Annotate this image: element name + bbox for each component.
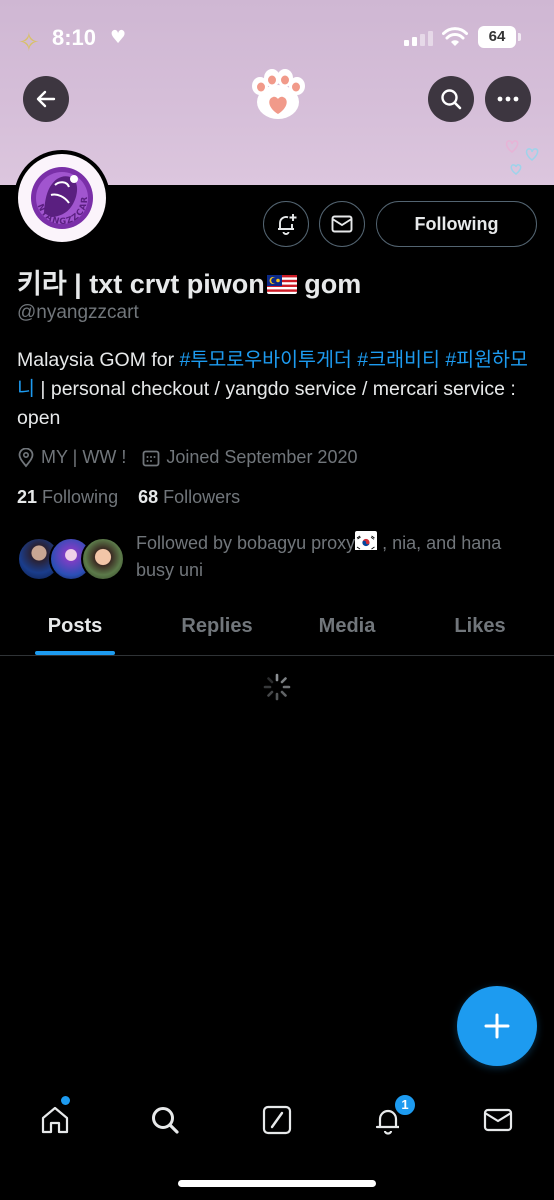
plus-icon <box>484 1013 510 1039</box>
followers-link[interactable]: 68 Followers <box>138 487 240 507</box>
following-count: 21 <box>17 487 38 507</box>
arrow-left-icon <box>36 90 56 108</box>
avatar-logo: NYANGZZCART <box>19 155 93 229</box>
followers-label: Followers <box>163 487 241 507</box>
paw-icon <box>252 69 305 119</box>
search-icon <box>152 1107 179 1134</box>
followed-by-prefix: Followed by bobagyu proxy <box>136 533 356 553</box>
sparkles-icon: ✧ <box>18 28 40 58</box>
avatar <box>81 537 125 581</box>
home-notification-dot <box>61 1096 70 1105</box>
join-date: Joined September 2020 <box>142 447 357 468</box>
profile-avatar[interactable]: NYANGZZCART <box>14 150 110 246</box>
profile-bio: Malaysia GOM for #투모로우바이투게더 #크래비티 #피원하모니… <box>17 346 537 433</box>
followed-by-text[interactable]: Followed by bobagyu proxy , nia, and han… <box>136 530 536 584</box>
profile-tabs: Posts Replies Media Likes <box>0 596 554 656</box>
nav-grok[interactable] <box>247 1100 307 1140</box>
mutual-followers-avatars[interactable] <box>17 534 127 584</box>
loading-spinner-icon <box>263 673 291 701</box>
following-link[interactable]: 21 Following <box>17 487 118 507</box>
malaysia-flag-icon <box>266 275 297 294</box>
search-icon <box>441 89 462 110</box>
following-button[interactable]: Following <box>376 201 537 247</box>
compose-post-button[interactable] <box>457 986 537 1066</box>
nav-search[interactable] <box>135 1100 195 1140</box>
nav-home[interactable] <box>25 1100 85 1140</box>
nav-messages[interactable] <box>468 1100 528 1140</box>
display-name-suffix: gom <box>304 269 362 299</box>
tab-likes[interactable]: Likes <box>405 596 554 656</box>
more-options-button[interactable] <box>485 76 531 122</box>
notifications-badge: 1 <box>394 1094 416 1116</box>
home-icon <box>41 1106 69 1134</box>
calendar-icon <box>142 450 160 466</box>
hashtag-link[interactable]: #투모로우바이투게더 <box>180 349 352 371</box>
join-date-text: Joined September 2020 <box>166 447 358 467</box>
followers-count: 68 <box>138 487 159 507</box>
active-tab-indicator <box>35 651 115 655</box>
home-indicator <box>178 1180 376 1187</box>
bio-text: Malaysia GOM for <box>17 349 180 371</box>
grok-icon <box>262 1105 292 1135</box>
korea-flag-icon <box>355 531 378 550</box>
hashtag-link[interactable]: #크래비티 <box>357 349 440 371</box>
bio-text: | personal checkout / yangdo service / m… <box>17 378 516 429</box>
back-button[interactable] <box>23 76 69 122</box>
tab-media[interactable]: Media <box>272 596 422 656</box>
search-button[interactable] <box>428 76 474 122</box>
location-text: MY | WW ! <box>41 447 127 467</box>
hearts-doodle-icon <box>505 140 539 175</box>
following-label: Following <box>42 487 119 507</box>
envelope-icon <box>483 1108 513 1132</box>
follow-counts: 21 Following 68 Followers <box>17 487 240 508</box>
battery-tip <box>518 33 521 41</box>
battery-indicator: 64 <box>478 26 516 48</box>
location: MY | WW ! <box>17 447 126 468</box>
notifications-subscribe-button[interactable] <box>263 201 309 247</box>
message-button[interactable] <box>319 201 365 247</box>
profile-meta: MY | WW ! Joined September 2020 <box>17 447 373 468</box>
heart-icon: ♥ <box>110 27 127 48</box>
display-name-text: 키라 | txt crvt piwon <box>17 269 265 299</box>
display-name: 키라 | txt crvt piwon gom <box>17 262 361 301</box>
profile-handle: @nyangzzcart <box>17 302 139 323</box>
cellular-signal-icon <box>404 30 434 46</box>
wifi-icon <box>442 27 468 46</box>
location-pin-icon <box>18 447 34 467</box>
tab-posts[interactable]: Posts <box>0 596 150 656</box>
status-time: 8:10 <box>52 25 97 50</box>
more-horizontal-icon <box>497 96 519 102</box>
envelope-icon <box>331 215 353 233</box>
status-bar: ✧ 8:10 ♥ 64 <box>0 18 554 58</box>
tab-replies[interactable]: Replies <box>142 596 292 656</box>
bell-plus-icon <box>278 214 297 235</box>
